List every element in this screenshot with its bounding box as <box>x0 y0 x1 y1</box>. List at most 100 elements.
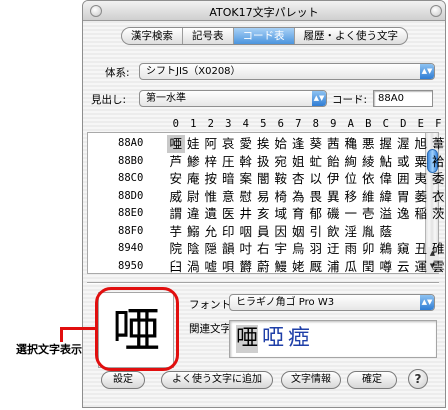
char-cell[interactable]: 育 <box>290 205 308 223</box>
related-char[interactable]: 啞 <box>262 325 284 353</box>
char-cell[interactable]: 因 <box>272 223 290 241</box>
char-cell[interactable]: 引 <box>307 223 325 241</box>
char-cell[interactable]: 茨 <box>430 205 446 223</box>
char-cell[interactable]: 閏 <box>360 258 378 276</box>
char-cell[interactable]: 亥 <box>255 205 273 223</box>
char-cell[interactable]: 渥 <box>395 135 413 153</box>
char-cell[interactable]: 庵 <box>185 170 203 188</box>
char-cell[interactable]: 違 <box>185 205 203 223</box>
char-cell[interactable]: 姐 <box>290 153 308 171</box>
char-cell[interactable]: 韻 <box>220 240 238 258</box>
char-cell[interactable]: 吋 <box>237 240 255 258</box>
char-cell[interactable]: 扱 <box>255 153 273 171</box>
char-cell[interactable]: 鯵 <box>185 153 203 171</box>
char-cell[interactable]: 鞍 <box>272 170 290 188</box>
char-cell[interactable]: 運 <box>412 258 430 276</box>
char-cell[interactable]: 謂 <box>167 205 185 223</box>
add-favorite-button[interactable]: よく使う文字に追加 <box>161 371 273 389</box>
char-cell[interactable]: 胃 <box>395 188 413 206</box>
char-cell[interactable]: 安 <box>167 170 185 188</box>
char-cell[interactable]: 以 <box>307 170 325 188</box>
char-cell[interactable]: 絢 <box>342 153 360 171</box>
char-cell[interactable]: 宇 <box>272 240 290 258</box>
char-cell[interactable]: 挨 <box>255 135 273 153</box>
char-cell[interactable]: 逸 <box>395 205 413 223</box>
char-cell[interactable]: 遺 <box>202 205 220 223</box>
settings-button[interactable]: 設定 <box>101 371 145 389</box>
char-cell[interactable]: 威 <box>167 188 185 206</box>
char-cell[interactable]: 杏 <box>290 170 308 188</box>
char-cell[interactable]: 烏 <box>290 240 308 258</box>
char-cell[interactable]: 維 <box>360 188 378 206</box>
char-cell[interactable]: 噂 <box>377 258 395 276</box>
char-cell[interactable]: 阿 <box>202 135 220 153</box>
char-cell[interactable]: 雲 <box>430 258 446 276</box>
char-cell[interactable] <box>412 223 430 241</box>
char-cell[interactable]: 惟 <box>202 188 220 206</box>
char-cell[interactable]: 萎 <box>412 188 430 206</box>
char-cell[interactable]: 印 <box>220 223 238 241</box>
char-cell[interactable]: 椅 <box>272 188 290 206</box>
char-cell[interactable]: 壱 <box>360 205 378 223</box>
char-cell[interactable]: 鮎 <box>377 153 395 171</box>
char-cell[interactable]: 暗 <box>220 170 238 188</box>
char-cell[interactable]: 唖 <box>167 135 185 153</box>
tab-kanji-search[interactable]: 漢字検索 <box>122 28 183 44</box>
char-cell[interactable]: 胤 <box>360 223 378 241</box>
char-cell[interactable]: 雨 <box>342 240 360 258</box>
char-cell[interactable]: 案 <box>237 170 255 188</box>
char-info-button[interactable]: 文字情報 <box>281 371 341 389</box>
char-cell[interactable]: 員 <box>255 223 273 241</box>
char-cell[interactable]: 梓 <box>202 153 220 171</box>
char-cell[interactable]: 異 <box>325 188 343 206</box>
char-cell[interactable]: 茜 <box>325 135 343 153</box>
char-cell[interactable]: 闇 <box>255 170 273 188</box>
char-cell[interactable]: 袷 <box>430 153 446 171</box>
char-cell[interactable]: 移 <box>342 188 360 206</box>
char-cell[interactable]: 蔚 <box>255 258 273 276</box>
heading-select[interactable]: 第一水準 ▲▼ <box>139 90 327 107</box>
font-select[interactable]: ヒラギノ角ゴ Pro W3 ▲▼ <box>229 294 435 311</box>
char-cell[interactable]: 圧 <box>220 153 238 171</box>
tab-symbol-table[interactable]: 記号表 <box>183 28 234 44</box>
char-cell[interactable]: 委 <box>430 170 446 188</box>
char-cell[interactable]: 碓 <box>430 240 446 258</box>
char-cell[interactable]: 瓜 <box>342 258 360 276</box>
char-cell[interactable]: 依 <box>360 170 378 188</box>
char-cell[interactable]: 意 <box>220 188 238 206</box>
char-cell[interactable] <box>430 223 446 241</box>
char-cell[interactable]: 或 <box>395 153 413 171</box>
char-cell[interactable]: 悪 <box>360 135 378 153</box>
char-cell[interactable]: 卯 <box>360 240 378 258</box>
tab-code-table[interactable]: コード表 <box>233 28 295 44</box>
char-cell[interactable]: 姻 <box>290 223 308 241</box>
char-cell[interactable]: 握 <box>377 135 395 153</box>
char-cell[interactable]: 虻 <box>307 153 325 171</box>
system-select[interactable]: シフトJIS（X0208） ▲▼ <box>139 63 435 80</box>
char-cell[interactable]: 院 <box>167 240 185 258</box>
char-cell[interactable]: 溢 <box>377 205 395 223</box>
char-cell[interactable]: 囲 <box>395 170 413 188</box>
char-cell[interactable]: 穐 <box>342 135 360 153</box>
char-cell[interactable]: 丑 <box>412 240 430 258</box>
title-bar[interactable]: ATOK17文字パレット <box>83 1 445 21</box>
char-cell[interactable]: 宛 <box>272 153 290 171</box>
char-cell[interactable]: 飲 <box>325 223 343 241</box>
code-input[interactable]: 88A0 <box>373 90 433 107</box>
char-cell[interactable]: 咽 <box>237 223 255 241</box>
char-cell[interactable]: 浦 <box>325 258 343 276</box>
char-cell[interactable]: 哀 <box>220 135 238 153</box>
char-cell[interactable]: 衣 <box>430 188 446 206</box>
char-cell[interactable]: 右 <box>255 240 273 258</box>
char-cell[interactable]: 綾 <box>360 153 378 171</box>
char-cell[interactable] <box>395 223 413 241</box>
char-cell[interactable]: 緯 <box>377 188 395 206</box>
char-cell[interactable]: 井 <box>237 205 255 223</box>
char-cell[interactable]: 云 <box>395 258 413 276</box>
char-cell[interactable]: 芦 <box>167 153 185 171</box>
char-cell[interactable]: 愛 <box>237 135 255 153</box>
char-cell[interactable]: 磯 <box>325 205 343 223</box>
char-cell[interactable]: 陰 <box>185 240 203 258</box>
char-cell[interactable]: 易 <box>255 188 273 206</box>
char-cell[interactable]: 淫 <box>342 223 360 241</box>
